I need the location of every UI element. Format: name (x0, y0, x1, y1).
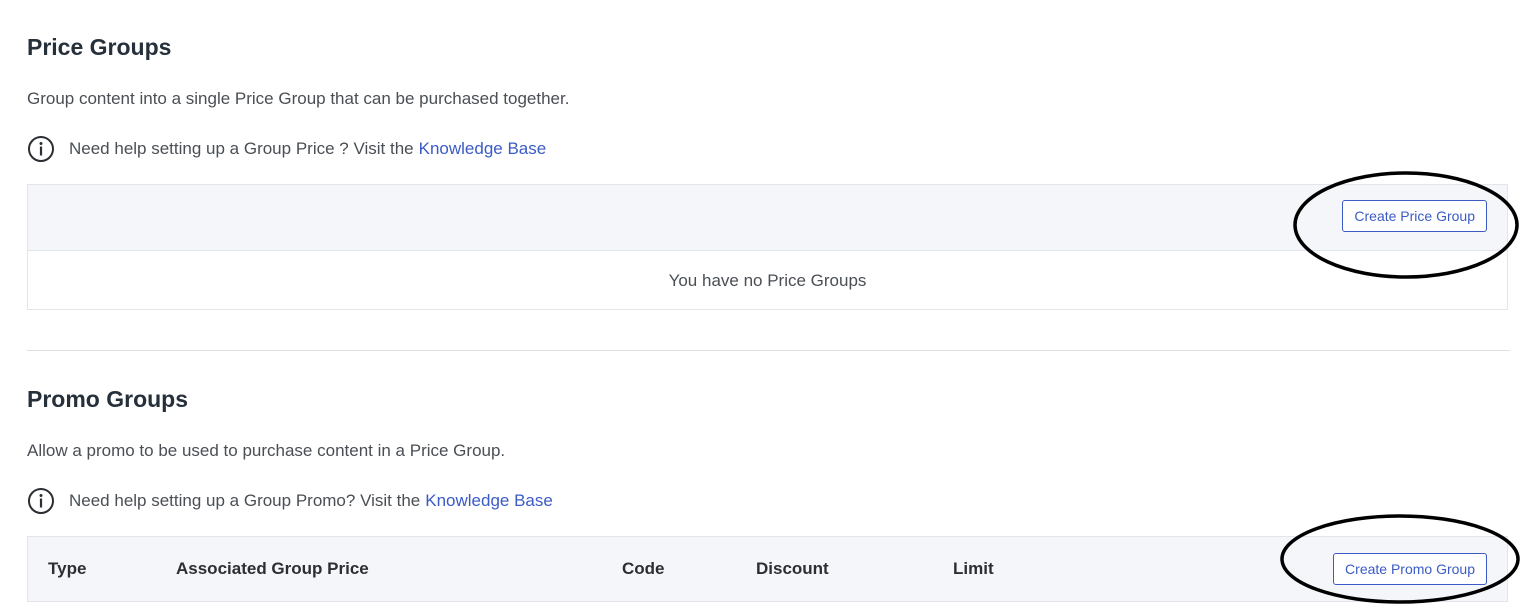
price-groups-description: Group content into a single Price Group … (27, 89, 570, 108)
price-groups-title: Price Groups (27, 34, 172, 60)
column-header-associated-group-price: Associated Group Price (176, 559, 369, 578)
info-circle-icon (28, 136, 54, 162)
promo-groups-help-text: Need help setting up a Group Promo? Visi… (69, 491, 421, 510)
price-groups-table-header: Create Price Group (28, 185, 1507, 250)
price-groups-help: Need help setting up a Group Price ? Vis… (27, 135, 546, 163)
column-header-discount: Discount (756, 559, 829, 578)
column-header-type: Type (48, 559, 87, 578)
promo-groups-title: Promo Groups (27, 386, 189, 412)
info-circle-icon (28, 488, 54, 514)
promo-groups-description: Allow a promo to be used to purchase con… (27, 441, 506, 460)
promo-groups-table-header: Type Associated Group Price Code Discoun… (28, 537, 1507, 601)
column-header-code: Code (622, 559, 665, 578)
price-groups-help-text: Need help setting up a Group Price ? Vis… (69, 139, 414, 158)
section-divider (27, 350, 1510, 351)
price-groups-empty-message: You have no Price Groups (28, 250, 1507, 310)
price-groups-table: Create Price Group You have no Price Gro… (27, 184, 1508, 310)
promo-groups-help: Need help setting up a Group Promo? Visi… (27, 487, 553, 515)
page: Price Groups Group content into a single… (0, 0, 1528, 607)
price-groups-knowledge-base-link[interactable]: Knowledge Base (419, 139, 547, 159)
promo-groups-knowledge-base-link[interactable]: Knowledge Base (425, 491, 553, 511)
column-header-limit: Limit (953, 559, 994, 578)
promo-groups-table: Type Associated Group Price Code Discoun… (27, 536, 1508, 602)
create-price-group-button[interactable]: Create Price Group (1342, 200, 1487, 232)
create-promo-group-button[interactable]: Create Promo Group (1333, 553, 1487, 585)
